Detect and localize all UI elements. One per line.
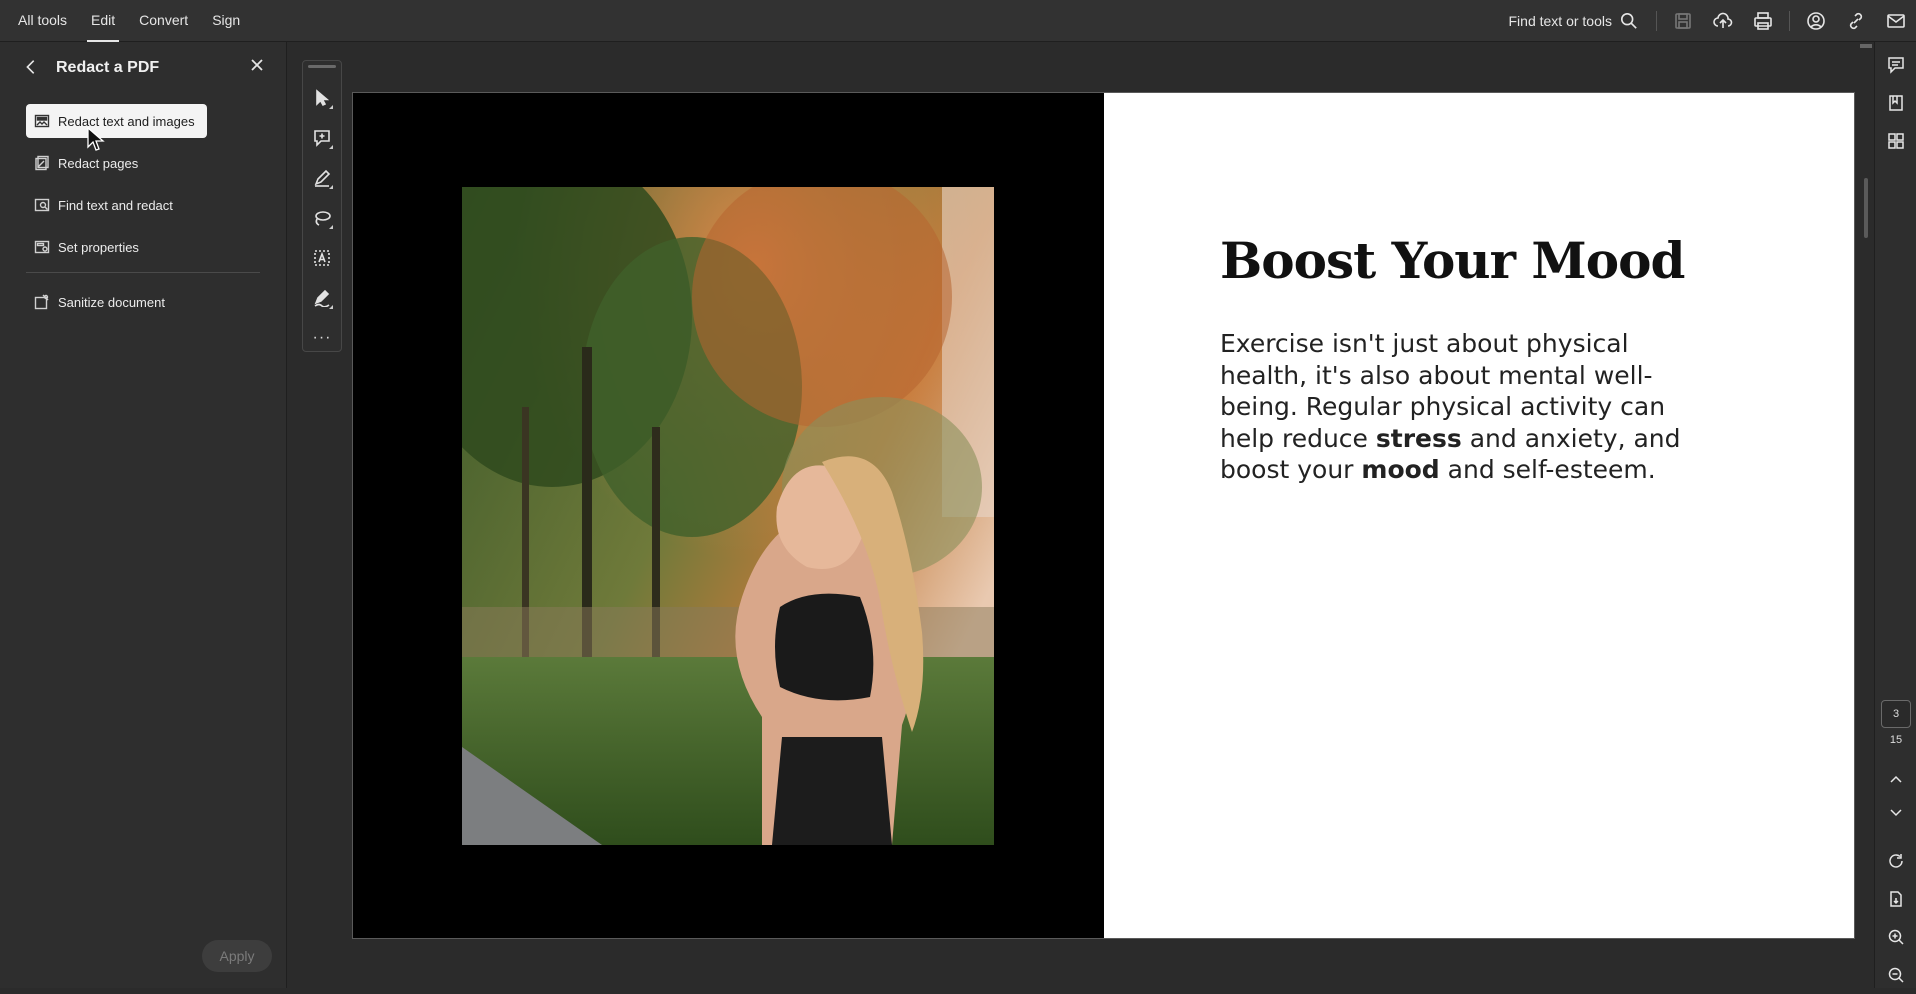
text-select-icon[interactable]	[303, 238, 341, 278]
apply-button[interactable]: Apply	[202, 940, 272, 972]
find-label: Find text or tools	[1509, 13, 1613, 29]
chevron-down-icon[interactable]	[1875, 796, 1916, 828]
toolbar-actions: Find text or tools	[1509, 0, 1916, 42]
redact-tools-list: Redact text and images Redact pages Find…	[0, 94, 286, 319]
tool-sanitize-document[interactable]: Sanitize document	[26, 285, 177, 319]
tool-label: Redact pages	[58, 156, 138, 171]
page-export-icon[interactable]	[1875, 880, 1916, 918]
redact-image-icon	[34, 113, 50, 129]
comments-icon[interactable]	[1875, 46, 1916, 84]
scrollbar-top-cap	[1860, 44, 1872, 48]
save-icon[interactable]	[1663, 0, 1703, 42]
document-heading[interactable]: Boost Your Mood	[1220, 231, 1684, 290]
menu-all-tools[interactable]: All tools	[14, 0, 71, 42]
toolbar-divider	[1656, 11, 1657, 31]
page-left-black-panel	[353, 93, 1104, 938]
upload-cloud-icon[interactable]	[1703, 0, 1743, 42]
menu-edit[interactable]: Edit	[87, 0, 119, 42]
sanitize-icon	[34, 294, 50, 310]
redact-pages-icon	[34, 155, 50, 171]
back-arrow-icon[interactable]	[22, 58, 42, 78]
share-user-icon[interactable]	[1796, 0, 1836, 42]
body-text-bold-stress: stress	[1376, 424, 1462, 453]
rotate-icon[interactable]	[1875, 842, 1916, 880]
tools-divider	[26, 272, 260, 273]
tool-label: Redact text and images	[58, 114, 195, 129]
more-label: ···	[313, 329, 332, 347]
body-text-bold-mood: mood	[1361, 455, 1439, 484]
mail-icon[interactable]	[1876, 0, 1916, 42]
panel-header: Redact a PDF	[0, 42, 286, 94]
right-rail: 3 15	[1874, 42, 1916, 988]
total-pages: 15	[1875, 734, 1916, 746]
link-icon[interactable]	[1836, 0, 1876, 42]
top-toolbar: All tools Edit Convert Sign Find text or…	[0, 0, 1916, 42]
highlight-pen-icon[interactable]	[303, 158, 341, 198]
thumbnails-icon[interactable]	[1875, 122, 1916, 160]
menu-sign[interactable]: Sign	[208, 0, 244, 42]
search-icon	[1620, 12, 1638, 30]
close-icon[interactable]	[250, 58, 268, 76]
find-redact-icon	[34, 197, 50, 213]
body-text-3: and self-esteem.	[1440, 455, 1656, 484]
document-body-text[interactable]: Exercise isn't just about physical healt…	[1220, 328, 1720, 486]
quick-tools-bar: ···	[302, 60, 342, 352]
toolbar-divider-2	[1789, 11, 1790, 31]
bookmark-icon[interactable]	[1875, 84, 1916, 122]
properties-icon	[34, 239, 50, 255]
print-icon[interactable]	[1743, 0, 1783, 42]
tool-label: Set properties	[58, 240, 139, 255]
redact-panel: Redact a PDF Redact text and images Reda…	[0, 42, 287, 988]
scrollbar-thumb[interactable]	[1864, 178, 1868, 238]
find-text-or-tools-button[interactable]: Find text or tools	[1509, 12, 1639, 30]
tool-label: Sanitize document	[58, 295, 165, 310]
more-icon[interactable]: ···	[303, 318, 341, 358]
vertical-scrollbar[interactable]	[1858, 42, 1874, 988]
current-page-input[interactable]: 3	[1881, 700, 1911, 728]
woman-running-photo[interactable]	[462, 187, 994, 845]
add-comment-icon[interactable]	[303, 118, 341, 158]
zoom-out-icon[interactable]	[1875, 956, 1916, 994]
tool-find-text-and-redact[interactable]: Find text and redact	[26, 188, 185, 222]
tool-redact-text-and-images[interactable]: Redact text and images	[26, 104, 207, 138]
toolbar-grip[interactable]	[308, 65, 336, 68]
zoom-in-icon[interactable]	[1875, 918, 1916, 956]
select-cursor-icon[interactable]	[303, 78, 341, 118]
mouse-cursor-icon	[86, 127, 108, 153]
tool-set-properties[interactable]: Set properties	[26, 230, 151, 264]
pdf-page[interactable]: Boost Your Mood Exercise isn't just abou…	[352, 92, 1855, 939]
main-menu: All tools Edit Convert Sign	[6, 0, 252, 42]
panel-title: Redact a PDF	[56, 59, 159, 77]
lasso-icon[interactable]	[303, 198, 341, 238]
tool-label: Find text and redact	[58, 198, 173, 213]
menu-convert[interactable]: Convert	[135, 0, 192, 42]
fill-sign-icon[interactable]	[303, 278, 341, 318]
chevron-up-icon[interactable]	[1875, 764, 1916, 796]
